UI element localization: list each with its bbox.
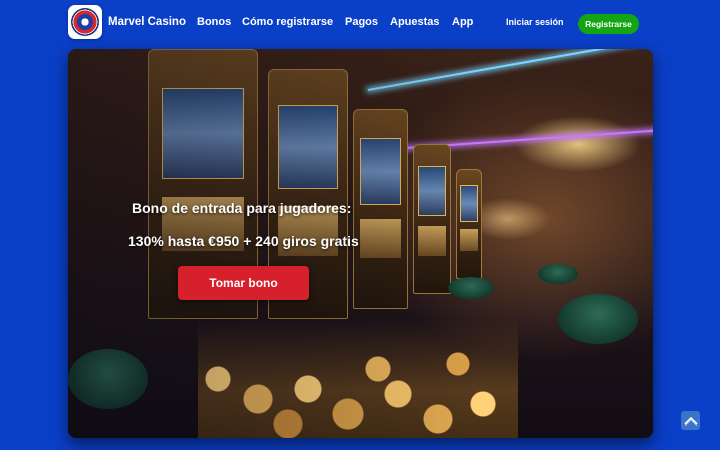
- logo[interactable]: [68, 5, 102, 39]
- login-link[interactable]: Iniciar sesión: [506, 17, 564, 27]
- brand-name[interactable]: Marvel Casino: [108, 16, 186, 28]
- nav-item-como-registrarse[interactable]: Cómo registrarse: [242, 16, 333, 28]
- nav-item-app[interactable]: App: [452, 16, 473, 28]
- chevron-up-icon: [683, 416, 698, 426]
- hero-banner: Bono de entrada para jugadores: 130% has…: [68, 49, 653, 438]
- register-button[interactable]: Registrarse: [578, 14, 639, 34]
- scroll-to-top-button[interactable]: [681, 411, 700, 430]
- nav-item-pagos[interactable]: Pagos: [345, 16, 378, 28]
- hero-bonus-offer: 130% hasta €950 + 240 giros gratis: [128, 233, 359, 249]
- nav-item-apuestas[interactable]: Apuestas: [390, 16, 440, 28]
- site-header: Marvel Casino Bonos Cómo registrarse Pag…: [0, 0, 720, 48]
- take-bonus-button[interactable]: Tomar bono: [178, 266, 309, 300]
- roulette-logo-icon: [71, 8, 99, 36]
- nav-item-bonos[interactable]: Bonos: [197, 16, 231, 28]
- hero-title: Bono de entrada para jugadores:: [132, 200, 352, 216]
